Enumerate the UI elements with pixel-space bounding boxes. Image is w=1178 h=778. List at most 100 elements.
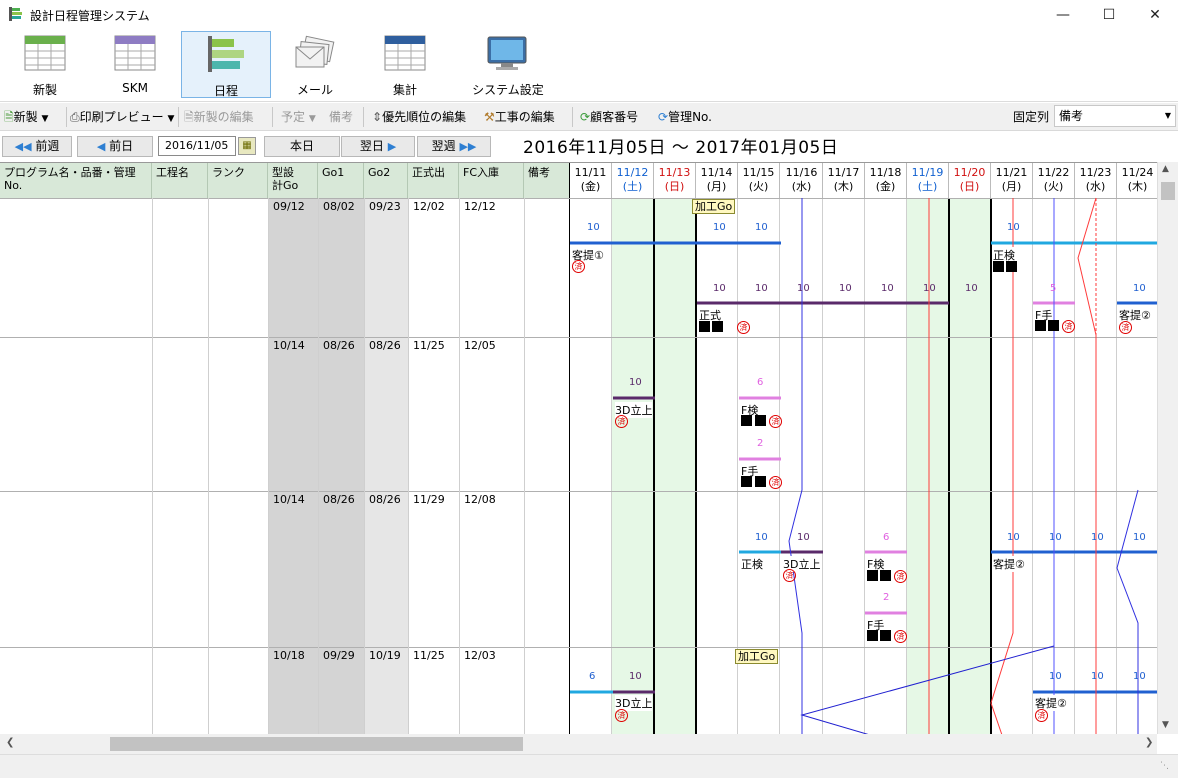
kako-go-badge: 加工Go xyxy=(692,199,736,214)
customer-number-button[interactable]: ⟳顧客番号 xyxy=(580,107,638,127)
mail-icon xyxy=(295,35,335,68)
separator xyxy=(572,107,573,127)
ribbon-label: 日程 xyxy=(213,84,238,98)
gantt-icon xyxy=(208,36,244,72)
progress-number: 10 xyxy=(1133,283,1146,294)
done-stamp-icon: 済 xyxy=(572,260,585,273)
fixed-column-label: 固定列 xyxy=(1013,110,1050,124)
progress-number: 10 xyxy=(1007,222,1020,233)
progress-number: 10 xyxy=(881,283,894,294)
note-button[interactable]: 備考 xyxy=(329,107,353,127)
done-stamp-icon: 済 xyxy=(769,476,782,489)
print-preview-button[interactable]: ⎙印刷プレビュー ▼ xyxy=(70,107,174,127)
separator xyxy=(272,107,273,127)
maximize-button[interactable]: ☐ xyxy=(1086,0,1132,30)
scroll-left-icon[interactable]: ❮ xyxy=(6,737,14,748)
done-stamp-icon: 済 xyxy=(894,630,907,643)
window-title: 設計日程管理システム xyxy=(30,9,150,23)
plan-label: 予定 xyxy=(281,110,306,124)
mgmt-label: 管理No. xyxy=(668,110,712,124)
progress-number: 2 xyxy=(757,438,764,449)
resize-grip-icon[interactable]: ⋱ xyxy=(1160,761,1169,771)
plan-button[interactable]: 予定 ▼ xyxy=(281,107,316,127)
title-bar: 設計日程管理システム — ☐ ✕ xyxy=(0,0,1178,30)
new-doc-icon: 🗎 xyxy=(4,110,14,124)
progress-number: 10 xyxy=(1049,671,1062,682)
minimize-button[interactable]: — xyxy=(1040,0,1086,30)
progress-line xyxy=(1077,197,1097,734)
table-purple-icon xyxy=(114,35,156,71)
redacted-block xyxy=(699,321,710,332)
app-icon xyxy=(9,7,22,21)
done-stamp-icon: 済 xyxy=(1062,320,1075,333)
next-week-button[interactable]: 翌週 ▶▶ xyxy=(417,136,491,157)
progress-line xyxy=(800,645,1055,734)
redacted-block xyxy=(867,570,878,581)
ribbon: 新製 SKM 日程 メール 集計 システム設定 xyxy=(0,30,1178,102)
done-stamp-icon: 済 xyxy=(737,321,750,334)
progress-number: 5 xyxy=(1050,283,1057,294)
done-stamp-icon: 済 xyxy=(783,569,796,582)
redacted-block xyxy=(741,415,752,426)
ribbon-label: 新製 xyxy=(32,83,57,97)
date-input[interactable]: 2016/11/05 xyxy=(158,136,236,156)
done-stamp-icon: 済 xyxy=(1119,321,1132,334)
schedule-grid: プログラム名・品番・管理No. 工程名 ランク 型設計Go Go1 Go2 正式… xyxy=(0,162,1157,734)
ribbon-mail-button[interactable]: メール xyxy=(270,31,360,99)
refresh-green-icon: ⟳ xyxy=(580,110,591,124)
fixed-column-value: 備考 xyxy=(1059,109,1084,123)
horizontal-scrollbar[interactable]: ❮ ❯ xyxy=(0,734,1157,754)
new-button[interactable]: 🗎新製 ▼ xyxy=(4,107,48,127)
close-button[interactable]: ✕ xyxy=(1132,0,1178,30)
progress-number: 6 xyxy=(883,532,890,543)
redacted-block xyxy=(880,570,891,581)
ribbon-schedule-button[interactable]: 日程 xyxy=(181,31,271,98)
today-button[interactable]: 本日 xyxy=(264,136,340,157)
progress-number: 10 xyxy=(797,283,810,294)
prev-week-button[interactable]: ◀◀ 前週 xyxy=(2,136,72,157)
progress-number: 10 xyxy=(965,283,978,294)
prev-day-button[interactable]: ◀ 前日 xyxy=(77,136,153,157)
next-day-button[interactable]: 翌日 ▶ xyxy=(341,136,415,157)
fixed-column-select[interactable]: 備考 ▼ xyxy=(1054,105,1176,127)
monitor-icon xyxy=(487,36,527,70)
ribbon-new-button[interactable]: 新製 xyxy=(0,31,90,99)
status-bar: ⋱ xyxy=(0,754,1178,778)
right-icon: ▶ xyxy=(387,140,397,153)
dropdown-arrow-icon: ▼ xyxy=(308,114,316,124)
redacted-block xyxy=(1035,320,1046,331)
redacted-block xyxy=(880,630,891,641)
redacted-block xyxy=(1048,320,1059,331)
management-no-button[interactable]: ⟳管理No. xyxy=(658,107,712,127)
dropdown-arrow-icon[interactable]: ▼ xyxy=(167,114,174,124)
progress-line xyxy=(788,198,803,734)
scroll-up-icon[interactable]: ▲ xyxy=(1162,164,1169,174)
scroll-thumb[interactable] xyxy=(1161,182,1175,200)
progress-number: 10 xyxy=(629,671,642,682)
dropdown-arrow-icon[interactable]: ▼ xyxy=(42,114,49,124)
separator xyxy=(178,107,179,127)
progress-number: 10 xyxy=(713,222,726,233)
work-edit-button[interactable]: ⚒工事の編集 xyxy=(484,107,555,127)
scroll-down-icon[interactable]: ▼ xyxy=(1162,720,1169,730)
priority-edit-button[interactable]: ⇕優先順位の編集 xyxy=(372,107,466,127)
done-stamp-icon: 済 xyxy=(1035,709,1048,722)
ribbon-settings-button[interactable]: システム設定 xyxy=(450,31,566,99)
ribbon-skm-button[interactable]: SKM xyxy=(90,31,180,99)
scroll-right-icon[interactable]: ❯ xyxy=(1145,737,1153,748)
redacted-block xyxy=(993,261,1004,272)
sort-arrows-icon: ⇕ xyxy=(372,110,383,124)
new-label: 新製 xyxy=(13,110,38,124)
ribbon-summary-button[interactable]: 集計 xyxy=(360,31,450,99)
table-blue-icon xyxy=(384,35,426,71)
progress-number: 10 xyxy=(713,283,726,294)
progress-number: 10 xyxy=(1133,532,1146,543)
calendar-icon[interactable]: ▦ xyxy=(238,137,256,155)
kako-go-badge: 加工Go xyxy=(735,649,779,664)
prev-day-label: 前日 xyxy=(109,139,134,153)
edit-new-button[interactable]: 🗎新製の編集 xyxy=(184,107,254,127)
vertical-scrollbar[interactable]: ▲ ▼ xyxy=(1157,162,1178,734)
redacted-block xyxy=(867,630,878,641)
progress-number: 10 xyxy=(1133,671,1146,682)
hscroll-thumb[interactable] xyxy=(110,737,523,751)
